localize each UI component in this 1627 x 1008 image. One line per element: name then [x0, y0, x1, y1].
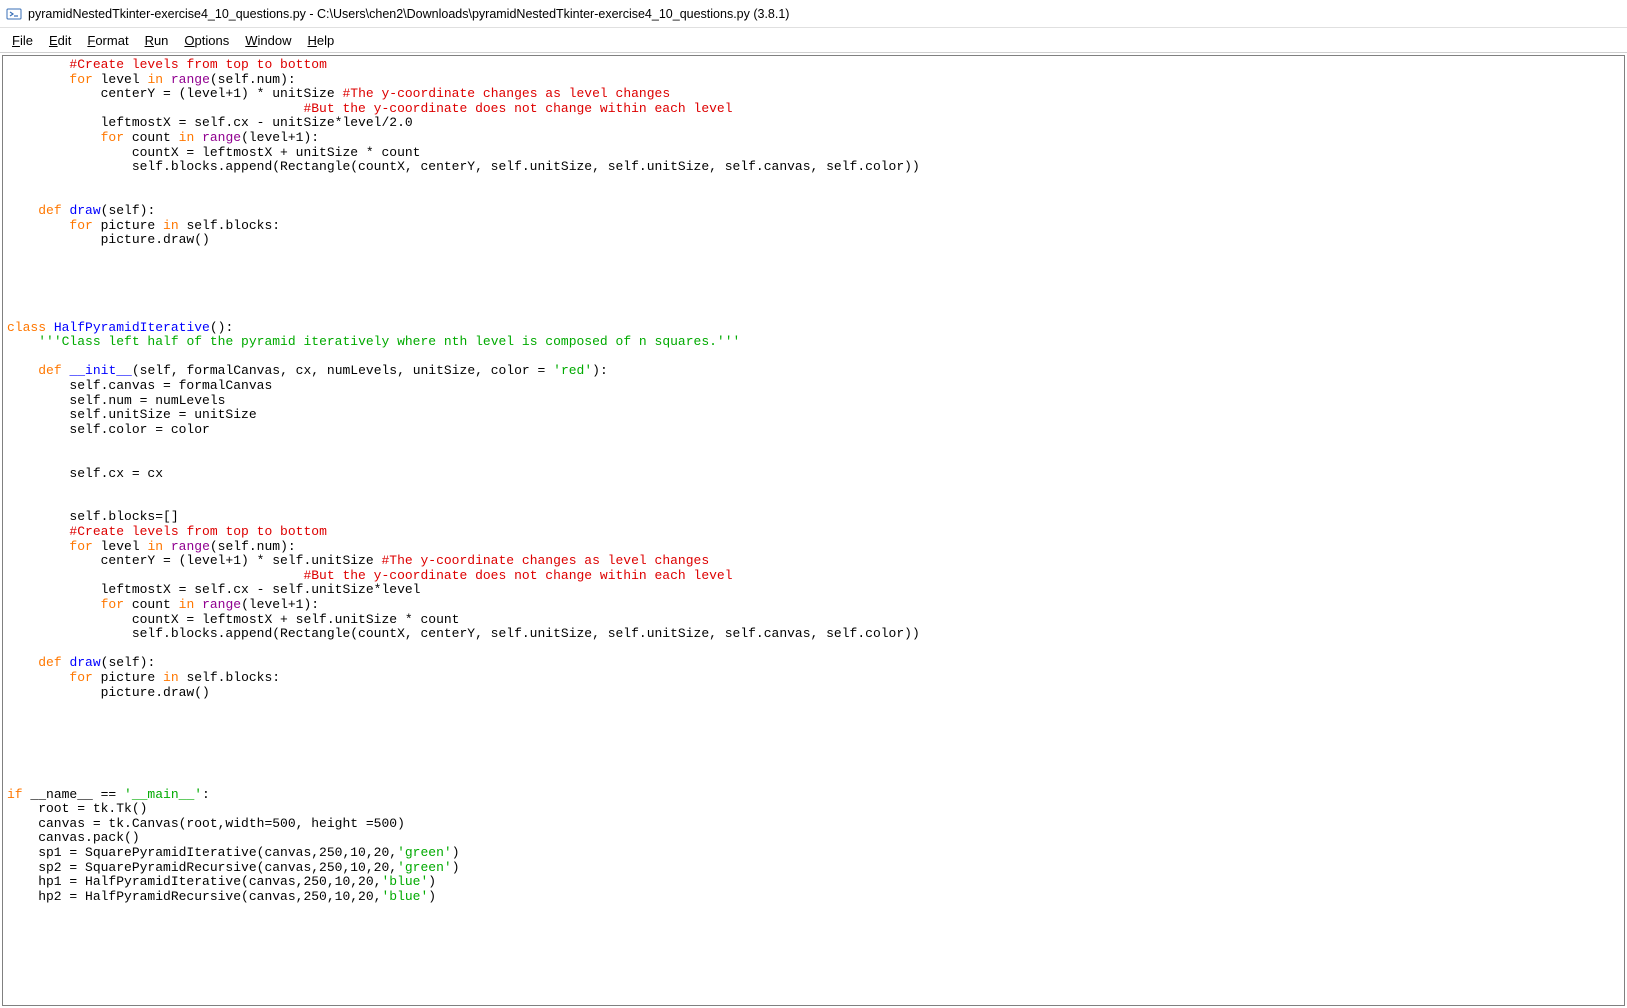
- menu-edit[interactable]: Edit: [41, 31, 79, 50]
- code-content[interactable]: #Create levels from top to bottom for le…: [7, 58, 1620, 904]
- menu-file[interactable]: File: [4, 31, 41, 50]
- code-editor[interactable]: #Create levels from top to bottom for le…: [3, 56, 1624, 1005]
- menu-run[interactable]: Run: [137, 31, 177, 50]
- idle-app-icon: [6, 6, 22, 22]
- menu-help[interactable]: Help: [300, 31, 343, 50]
- menu-window[interactable]: Window: [237, 31, 299, 50]
- menubar-separator: [0, 52, 1627, 53]
- titlebar-text: pyramidNestedTkinter-exercise4_10_questi…: [28, 7, 789, 21]
- editor-frame: #Create levels from top to bottom for le…: [2, 55, 1625, 1006]
- titlebar[interactable]: pyramidNestedTkinter-exercise4_10_questi…: [0, 0, 1627, 28]
- menu-format[interactable]: Format: [79, 31, 136, 50]
- menu-options[interactable]: Options: [176, 31, 237, 50]
- idle-window: pyramidNestedTkinter-exercise4_10_questi…: [0, 0, 1627, 1008]
- menubar: File Edit Format Run Options Window Help: [0, 28, 1627, 52]
